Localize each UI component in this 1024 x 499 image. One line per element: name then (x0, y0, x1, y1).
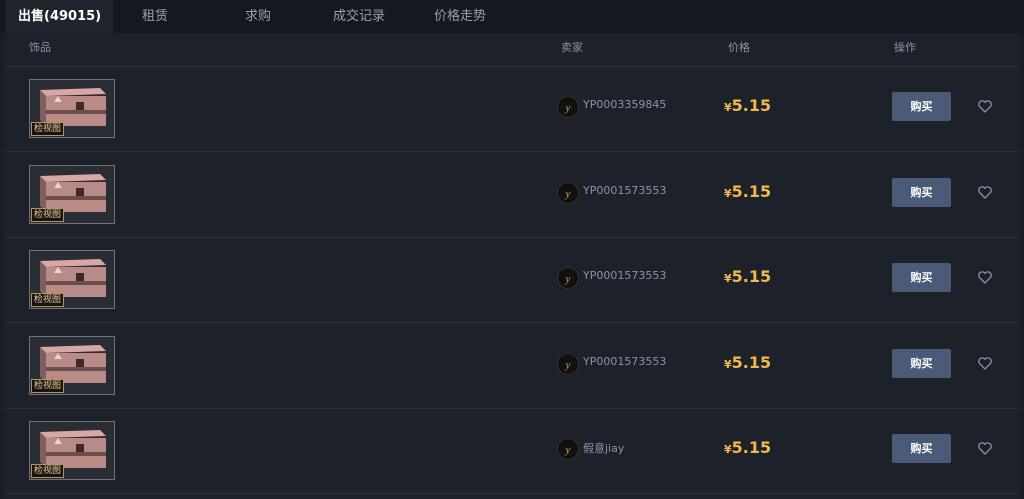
inspect-label[interactable]: 检视图 (31, 464, 65, 479)
inspect-label[interactable]: 检视图 (31, 207, 65, 222)
header-action: 操作 (894, 41, 916, 54)
table-header: 饰品 卖家 价格 操作 (4, 33, 1020, 67)
heart-icon[interactable] (977, 184, 993, 200)
inspect-label[interactable]: 检视图 (31, 293, 65, 308)
tab-transactions[interactable]: 成交记录 (333, 0, 385, 33)
price: ¥5.15 (724, 96, 771, 115)
buy-button[interactable]: 购买 (892, 348, 951, 378)
inspect-label[interactable]: 检视图 (31, 122, 65, 136)
table-row: 检视图 y YP0001573553 ¥5.15 购买 (4, 152, 1020, 238)
price-value: 5.15 (731, 438, 772, 458)
buy-button[interactable]: 购买 (892, 177, 951, 207)
buy-button[interactable]: 购买 (892, 434, 951, 464)
item-thumbnail[interactable]: 检视图 (29, 335, 115, 395)
price: ¥5.15 (724, 353, 771, 372)
currency-symbol: ¥ (724, 101, 732, 114)
seller-name[interactable]: YP0001573553 (583, 355, 666, 368)
header-price: 价格 (728, 41, 750, 54)
currency-symbol: ¥ (724, 186, 732, 200)
seller-avatar-icon: y (557, 96, 579, 118)
seller-name[interactable]: 假意jiay (583, 440, 624, 456)
item-thumbnail[interactable]: 检视图 (29, 421, 115, 481)
seller-name[interactable]: YP0003359845 (583, 98, 666, 111)
price-value: 5.15 (731, 181, 772, 201)
price: ¥5.15 (724, 438, 771, 457)
currency-symbol: ¥ (724, 443, 732, 457)
tab-price-trend[interactable]: 价格走势 (434, 0, 486, 33)
svg-text:y: y (565, 273, 571, 285)
svg-text:y: y (565, 444, 571, 456)
heart-icon[interactable] (977, 440, 993, 456)
header-item: 饰品 (29, 41, 51, 54)
buy-button[interactable]: 购买 (892, 92, 951, 121)
table-row: 检视图 y 假意jiay ¥5.15 购买 (4, 408, 1020, 495)
item-thumbnail[interactable]: 检视图 (29, 250, 115, 310)
seller-avatar-icon: y (557, 352, 579, 375)
price-value: 5.15 (731, 96, 772, 115)
heart-icon[interactable] (977, 355, 993, 371)
tab-buy-orders[interactable]: 求购 (245, 0, 271, 33)
header-seller: 卖家 (561, 41, 583, 54)
seller-avatar-icon: y (557, 181, 579, 204)
price: ¥5.15 (724, 182, 771, 201)
svg-text:y: y (565, 102, 571, 114)
listing-table: 饰品 卖家 价格 操作 检视图 y YP0003359845 ¥5.15 购买 … (4, 33, 1020, 499)
item-thumbnail[interactable]: 检视图 (29, 79, 115, 138)
heart-icon[interactable] (977, 269, 993, 285)
price-value: 5.15 (731, 267, 772, 287)
svg-text:y: y (565, 359, 571, 371)
tab-sell[interactable]: 出售(49015) (6, 0, 114, 33)
table-row: 检视图 y YP0001573553 ¥5.15 购买 (4, 323, 1020, 409)
item-thumbnail[interactable]: 检视图 (29, 164, 115, 224)
buy-button[interactable]: 购买 (892, 263, 951, 293)
seller-avatar-icon: y (557, 267, 579, 290)
table-row: 检视图 y YP0003359845 ¥5.15 购买 (4, 66, 1020, 152)
currency-symbol: ¥ (724, 357, 732, 371)
table-row: 检视图 y YP0001573553 ¥5.15 购买 (4, 237, 1020, 324)
price-value: 5.15 (731, 352, 772, 372)
heart-icon[interactable] (977, 98, 993, 114)
price: ¥5.15 (724, 267, 771, 286)
svg-text:y: y (565, 188, 571, 200)
seller-name[interactable]: YP0001573553 (583, 184, 666, 197)
seller-avatar-icon: y (557, 438, 579, 461)
tab-rent[interactable]: 租赁 (142, 0, 168, 33)
seller-name[interactable]: YP0001573553 (583, 269, 666, 282)
inspect-label[interactable]: 检视图 (31, 378, 65, 393)
tab-bar: 出售(49015) 租赁 求购 成交记录 价格走势 (0, 0, 1024, 33)
currency-symbol: ¥ (724, 272, 732, 286)
